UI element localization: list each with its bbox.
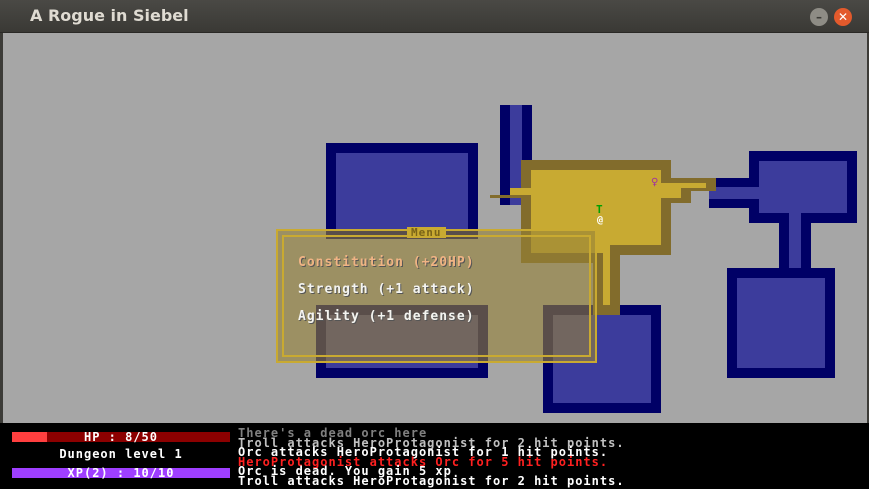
xp-label: XP(2) : 10/10 [67, 466, 175, 480]
menu-option-constitution[interactable]: Constitution (+20HP) [298, 255, 475, 270]
menu-title: Menu [407, 227, 446, 238]
hp-bar: HP : 8/50 [12, 430, 230, 444]
message-log: There's a dead orc here Troll attacks He… [238, 427, 625, 488]
close-icon[interactable]: ✕ [834, 8, 852, 26]
player-entity: @ [597, 215, 603, 226]
item-entity: ♀ [651, 177, 658, 188]
window-title: A Rogue in Siebel [30, 6, 189, 25]
level-up-menu: Menu Constitution (+20HP) Strength (+1 a… [276, 227, 597, 363]
xp-bar: XP(2) : 10/10 [12, 466, 230, 480]
hp-label: HP : 8/50 [83, 430, 159, 444]
menu-option-agility[interactable]: Agility (+1 defense) [298, 309, 475, 324]
window-titlebar: A Rogue in Siebel – ✕ [0, 0, 869, 33]
menu-option-strength[interactable]: Strength (+1 attack) [298, 282, 475, 297]
minimize-icon[interactable]: – [810, 8, 828, 26]
dungeon-level: Dungeon level 1 [59, 447, 183, 461]
game-viewport: T @ ♀ Menu Constitution (+20HP) Strength… [3, 33, 867, 423]
log-line: Troll attacks HeroProtagonist for 2 hit … [238, 473, 625, 488]
status-panel: HP : 8/50 Dungeon level 1 XP(2) : 10/10 … [0, 423, 869, 489]
